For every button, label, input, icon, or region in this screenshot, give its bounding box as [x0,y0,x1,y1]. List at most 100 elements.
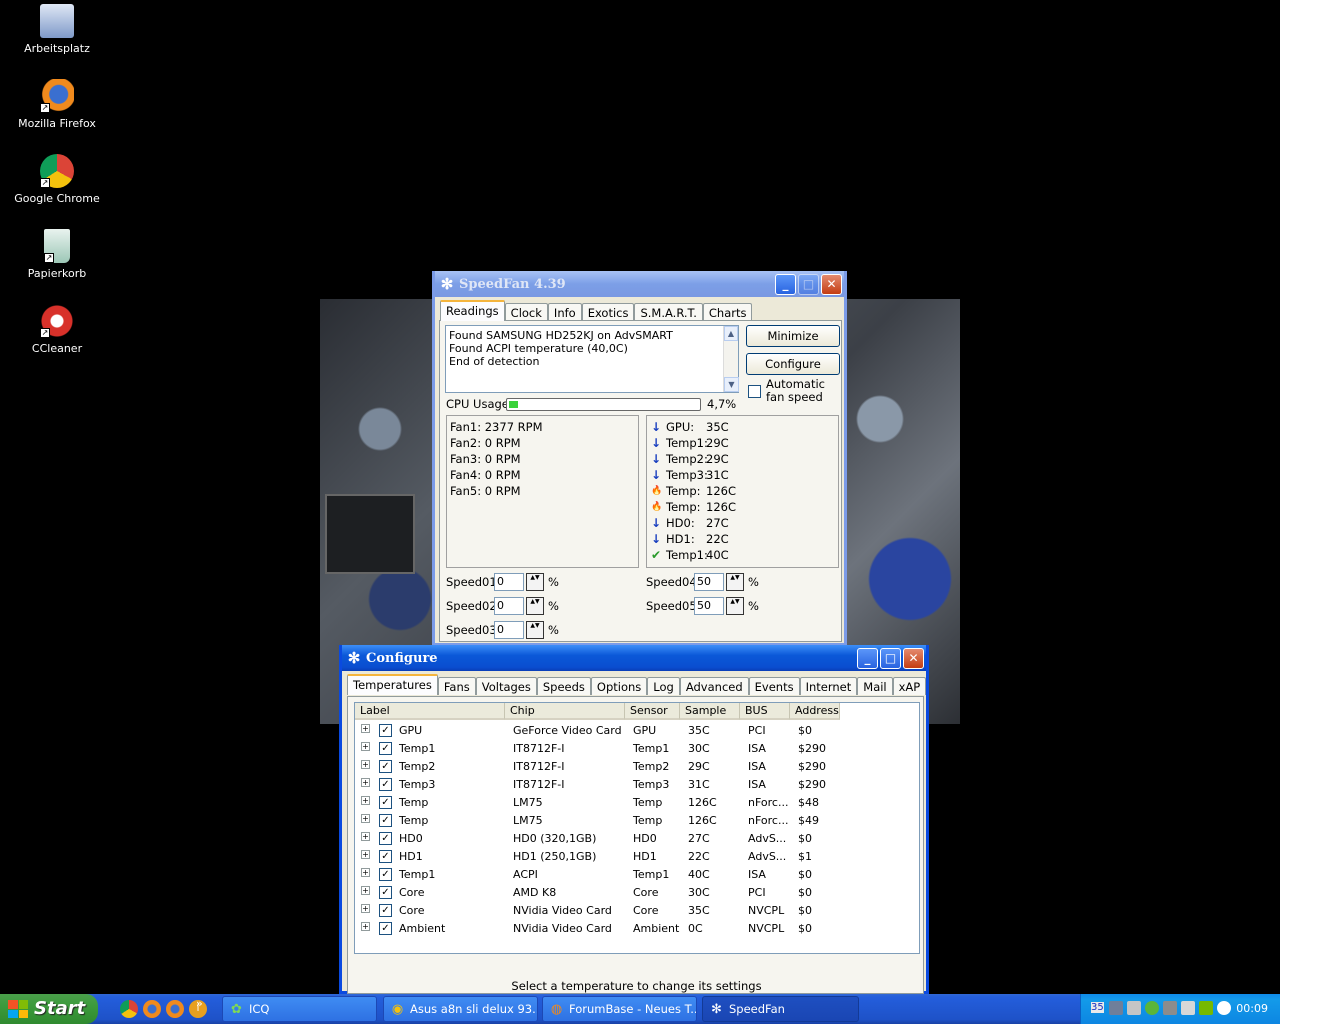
taskbar-button-icq[interactable]: ✿ ICQ [222,996,377,1022]
volume-icon[interactable] [1181,1001,1195,1015]
tab-charts[interactable]: Charts [702,303,753,321]
column-header-address[interactable]: Address [790,703,840,720]
close-button[interactable]: ✕ [821,273,842,295]
enabled-checkbox[interactable]: ✓ [379,760,392,773]
close-button[interactable]: ✕ [903,647,924,669]
tab-xap[interactable]: xAP [892,677,927,695]
enabled-checkbox[interactable]: ✓ [379,886,392,899]
taskbar-button-speedfan[interactable]: ✻ SpeedFan [702,996,859,1022]
column-header-sensor[interactable]: Sensor [625,703,680,720]
network-icon[interactable] [1109,1001,1123,1015]
tab-smart[interactable]: S.M.A.R.T. [634,303,703,321]
table-row[interactable]: + ✓ Ambient NVidia Video Card Ambient 0C NVCPL… [355,920,919,938]
speedfan-tray-icon[interactable] [1163,1001,1177,1015]
start-button[interactable]: Start [0,994,98,1024]
desktop-icon-mozilla-firefox[interactable]: ↗ Mozilla Firefox [14,79,100,130]
automatic-fan-speed-checkbox[interactable] [748,385,761,398]
speed-input[interactable]: 0 [494,621,524,639]
quicklaunch-chrome-icon[interactable] [120,1000,138,1018]
tab-advanced[interactable]: Advanced [679,677,749,695]
tab-voltages[interactable]: Voltages [475,677,537,695]
enabled-checkbox[interactable]: ✓ [379,814,392,827]
headset-icon[interactable] [1127,1001,1141,1015]
speedfan-titlebar[interactable]: ✻ SpeedFan 4.39 _ □ ✕ [435,271,844,297]
table-row[interactable]: + ✓ Temp3 IT8712F-I Temp3 31C ISA $290 [355,776,919,794]
desktop-icon-papierkorb[interactable]: ↗ Papierkorb [14,229,100,280]
icq-tray-icon[interactable] [1145,1001,1159,1015]
speed-spinner-icon[interactable]: ▲▼ [526,597,544,615]
column-header-bus[interactable]: BUS [740,703,790,720]
tab-options[interactable]: Options [590,677,648,695]
tab-temperatures[interactable]: Temperatures [347,674,438,695]
speed-input[interactable]: 0 [494,597,524,615]
enabled-checkbox[interactable]: ✓ [379,742,392,755]
quicklaunch-firefox-icon[interactable] [166,1000,184,1018]
table-row[interactable]: + ✓ GPU GeForce Video Card GPU 35C PCI $0 [355,722,919,740]
expand-plus-icon[interactable]: + [361,742,370,751]
table-row[interactable]: + ✓ Temp1 ACPI Temp1 40C ISA $0 [355,866,919,884]
nvidia-icon[interactable] [1199,1001,1213,1015]
expand-plus-icon[interactable]: + [361,724,370,733]
tab-info[interactable]: Info [547,303,582,321]
speed-input[interactable]: 0 [494,573,524,591]
tab-events[interactable]: Events [748,677,800,695]
expand-plus-icon[interactable]: + [361,904,370,913]
speed-spinner-icon[interactable]: ▲▼ [726,597,744,615]
table-row[interactable]: + ✓ Temp1 IT8712F-I Temp1 30C ISA $290 [355,740,919,758]
expand-plus-icon[interactable]: + [361,814,370,823]
enabled-checkbox[interactable]: ✓ [379,796,392,809]
speed-spinner-icon[interactable]: ▲▼ [726,573,744,591]
enabled-checkbox[interactable]: ✓ [379,868,392,881]
log-scrollbar[interactable]: ▲ ▼ [723,326,739,392]
expand-plus-icon[interactable]: + [361,778,370,787]
column-header-label[interactable]: Label [355,703,505,720]
minimize-to-tray-button[interactable]: Minimize [746,325,840,347]
tab-mail[interactable]: Mail [857,677,893,695]
taskbar-button-firefox[interactable]: ◍ ForumBase - Neues T... [542,996,697,1022]
tab-log[interactable]: Log [647,677,680,695]
minimize-button[interactable]: _ [775,273,796,295]
tab-speeds[interactable]: Speeds [536,677,591,695]
tab-internet[interactable]: Internet [799,677,858,695]
enabled-checkbox[interactable]: ✓ [379,832,392,845]
quicklaunch-expand[interactable]: » [196,997,203,1010]
taskbar-button-chrome[interactable]: ◉ Asus a8n sli delux 93... [383,996,538,1022]
table-row[interactable]: + ✓ HD0 HD0 (320,1GB) HD0 27C AdvS... $0 [355,830,919,848]
tray-speedfan-temp[interactable]: 35 [1091,1002,1104,1013]
minimize-button[interactable]: _ [857,647,878,669]
enabled-checkbox[interactable]: ✓ [379,724,392,737]
desktop-icon-google-chrome[interactable]: ↗ Google Chrome [14,154,100,205]
expand-plus-icon[interactable]: + [361,850,370,859]
column-header-chip[interactable]: Chip [505,703,625,720]
desktop-icon-arbeitsplatz[interactable]: Arbeitsplatz [14,4,100,55]
expand-plus-icon[interactable]: + [361,886,370,895]
quicklaunch-firefox-icon[interactable] [143,1000,161,1018]
configure-button[interactable]: Configure [746,353,840,375]
detection-log[interactable]: Found SAMSUNG HD252KJ on AdvSMART Found A… [445,325,739,393]
speed-spinner-icon[interactable]: ▲▼ [526,573,544,591]
clock[interactable]: 00:09 [1236,1002,1268,1015]
configure-titlebar[interactable]: ✻ Configure _ □ ✕ [342,645,926,671]
expand-plus-icon[interactable]: + [361,922,370,931]
panda-icon[interactable] [1217,1001,1231,1015]
expand-plus-icon[interactable]: + [361,832,370,841]
expand-plus-icon[interactable]: + [361,868,370,877]
tab-clock[interactable]: Clock [504,303,548,321]
table-row[interactable]: + ✓ Core AMD K8 Core 30C PCI $0 [355,884,919,902]
speed-input[interactable]: 50 [694,573,724,591]
table-row[interactable]: + ✓ Temp2 IT8712F-I Temp2 29C ISA $290 [355,758,919,776]
table-row[interactable]: + ✓ Temp LM75 Temp 126C nForc... $49 [355,812,919,830]
expand-plus-icon[interactable]: + [361,760,370,769]
table-row[interactable]: + ✓ Temp LM75 Temp 126C nForc... $48 [355,794,919,812]
speed-input[interactable]: 50 [694,597,724,615]
maximize-button[interactable]: □ [880,647,901,669]
enabled-checkbox[interactable]: ✓ [379,904,392,917]
table-row[interactable]: + ✓ Core NVidia Video Card Core 35C NVCPL $0 [355,902,919,920]
column-header-sample[interactable]: Sample [680,703,740,720]
tab-fans[interactable]: Fans [437,677,476,695]
enabled-checkbox[interactable]: ✓ [379,850,392,863]
expand-plus-icon[interactable]: + [361,796,370,805]
desktop-icon-ccleaner[interactable]: ↗ CCleaner [14,304,100,355]
tab-readings[interactable]: Readings [440,300,505,321]
table-row[interactable]: + ✓ HD1 HD1 (250,1GB) HD1 22C AdvS... $1 [355,848,919,866]
